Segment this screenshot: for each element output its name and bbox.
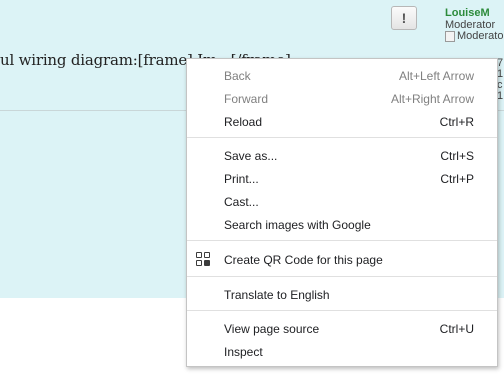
qr-code-icon xyxy=(196,252,210,266)
menu-item-label: Reload xyxy=(224,114,263,129)
menu-item-search-images[interactable]: Search images with Google xyxy=(187,213,497,236)
menu-item-cast[interactable]: Cast... xyxy=(187,190,497,213)
menu-item-view-source[interactable]: View page source Ctrl+U xyxy=(187,317,497,340)
role-image: Moderator xyxy=(445,30,504,42)
menu-item-label: Cast... xyxy=(224,194,259,209)
menu-item-shortcut: Ctrl+P xyxy=(440,171,474,186)
menu-item-label: Print... xyxy=(224,171,259,186)
menu-item-create-qr-code[interactable]: Create QR Code for this page xyxy=(187,248,497,271)
role-image-alt: Moderator xyxy=(457,30,504,42)
username-link[interactable]: LouiseM xyxy=(445,7,490,19)
menu-item-shortcut: Alt+Right Arrow xyxy=(390,91,474,106)
context-menu: Back Alt+Left Arrow Forward Alt+Right Ar… xyxy=(186,58,498,367)
menu-item-label: View page source xyxy=(224,321,320,336)
menu-separator xyxy=(187,240,497,241)
menu-item-shortcut: Ctrl+U xyxy=(439,321,474,336)
menu-item-label: Back xyxy=(224,68,251,83)
menu-item-print[interactable]: Print... Ctrl+P xyxy=(187,167,497,190)
menu-item-label: Search images with Google xyxy=(224,217,371,232)
menu-item-back[interactable]: Back Alt+Left Arrow xyxy=(187,64,497,87)
menu-item-reload[interactable]: Reload Ctrl+R xyxy=(187,110,497,133)
menu-item-label: Forward xyxy=(224,91,269,106)
report-post-button[interactable]: ! xyxy=(391,6,417,30)
menu-item-inspect[interactable]: Inspect xyxy=(187,340,497,363)
menu-separator xyxy=(187,276,497,277)
menu-item-label: Save as... xyxy=(224,148,278,163)
menu-item-shortcut: Alt+Left Arrow xyxy=(398,68,474,83)
menu-item-forward[interactable]: Forward Alt+Right Arrow xyxy=(187,87,497,110)
menu-item-save-as[interactable]: Save as... Ctrl+S xyxy=(187,144,497,167)
menu-item-shortcut: Ctrl+R xyxy=(439,114,474,129)
menu-item-shortcut: Ctrl+S xyxy=(440,148,474,163)
menu-separator xyxy=(187,310,497,311)
menu-item-label: Inspect xyxy=(224,344,263,359)
menu-item-label: Translate to English xyxy=(224,287,330,302)
menu-item-label: Create QR Code for this page xyxy=(224,252,383,267)
broken-image-icon xyxy=(445,30,455,42)
menu-item-translate[interactable]: Translate to English xyxy=(187,283,497,306)
menu-separator xyxy=(187,137,497,138)
